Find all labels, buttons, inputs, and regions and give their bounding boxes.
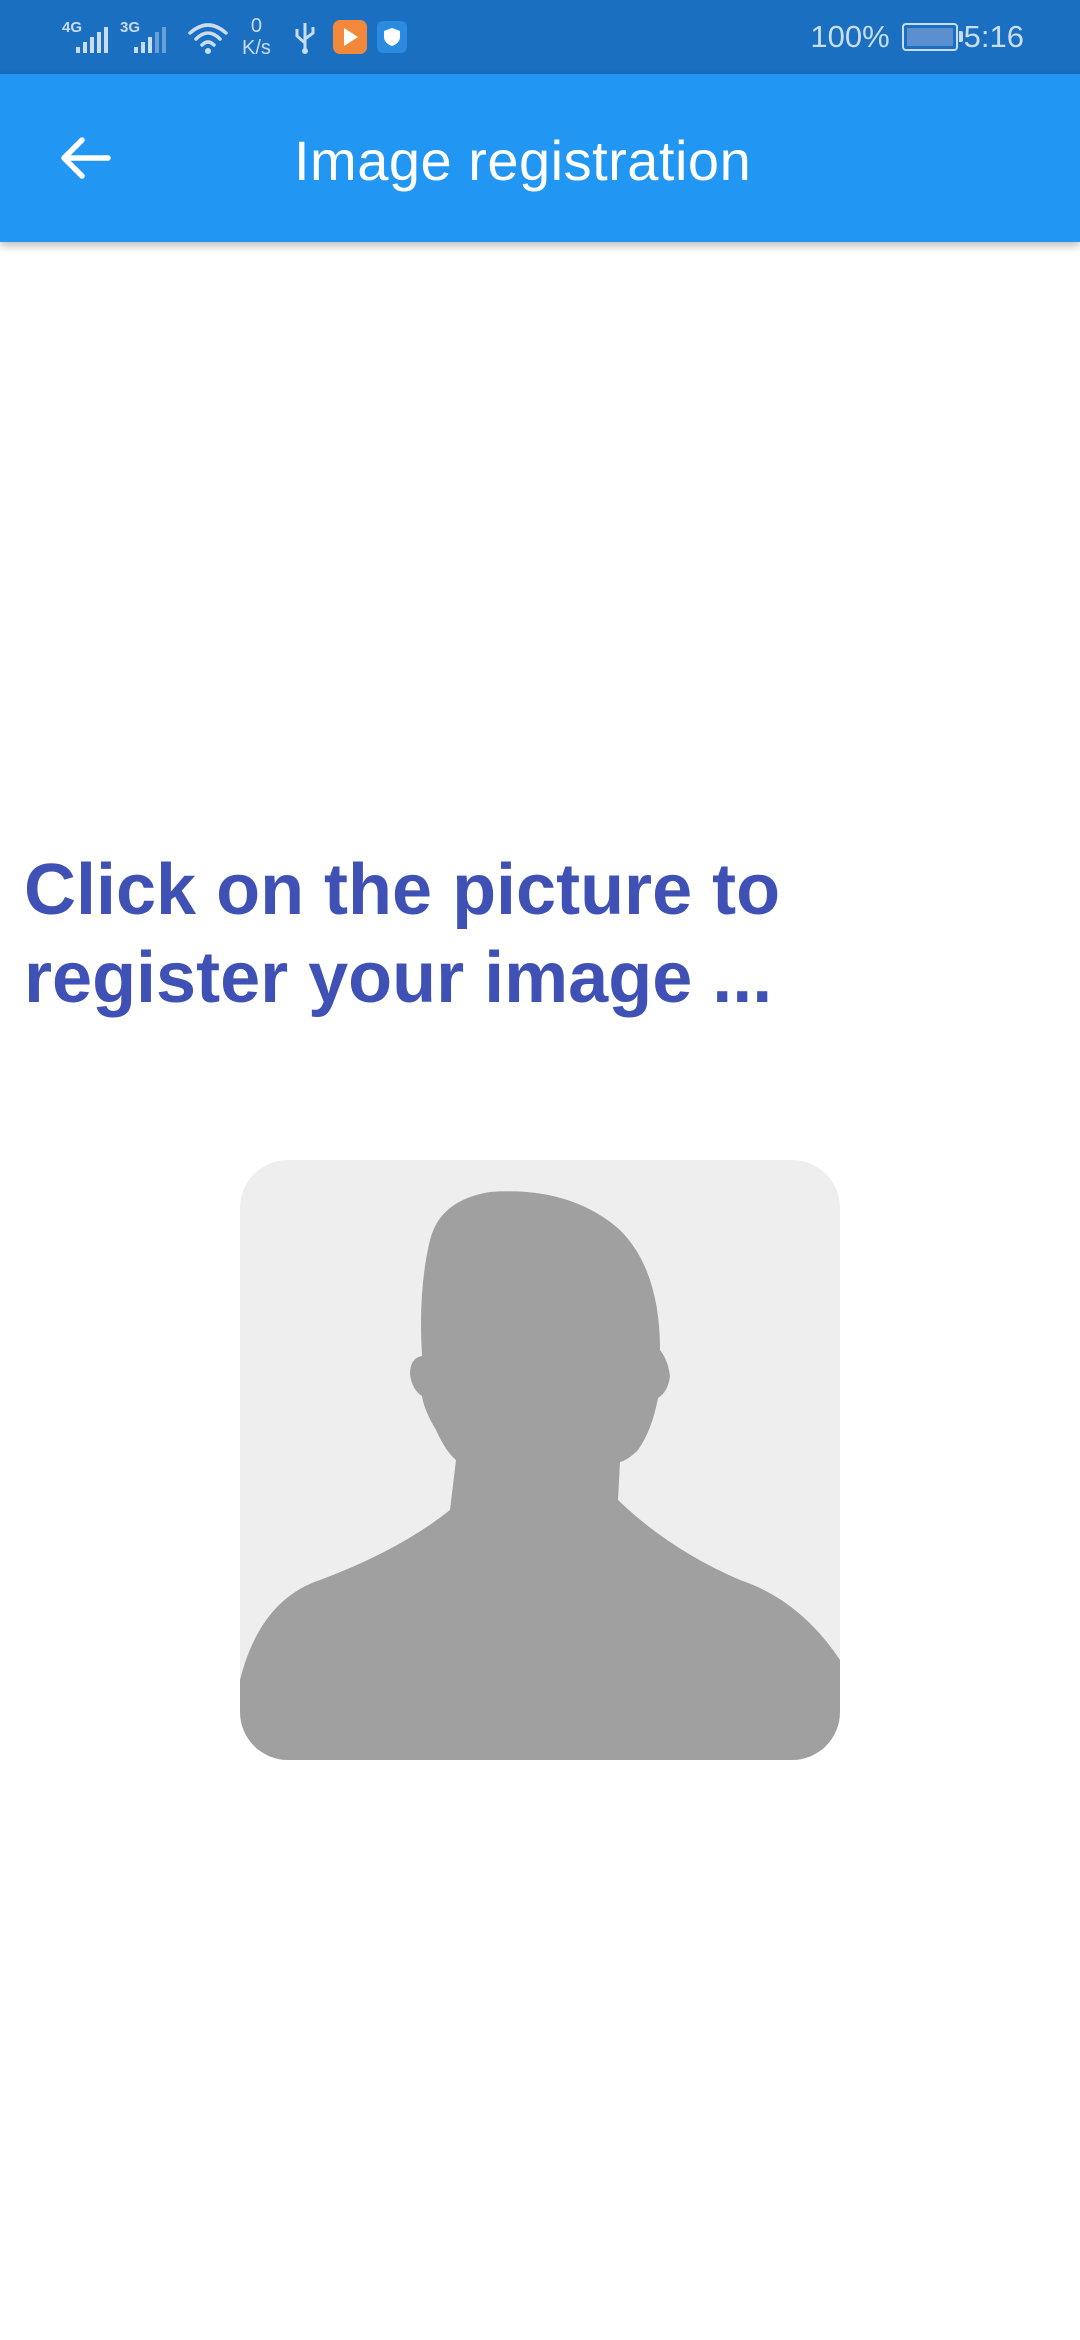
battery-charging-icon	[901, 23, 963, 51]
cellular-signal-icon-2: 3G	[120, 17, 170, 57]
status-bar: 4G 3G 0 K/s 100% 5:16	[0, 0, 1080, 74]
page-title: Image registration	[294, 129, 752, 192]
status-icons-left: 4G 3G 0 K/s	[62, 0, 407, 74]
back-button[interactable]	[44, 118, 124, 198]
network-speed-unit: K/s	[242, 37, 271, 59]
cellular-signal-icon: 4G	[62, 17, 112, 57]
network-speed: 0 K/s	[242, 15, 271, 59]
network-speed-value: 0	[250, 15, 263, 37]
app-bar: Image registration	[0, 74, 1080, 242]
clock: 5:16	[963, 19, 1024, 54]
usb-icon	[295, 23, 315, 54]
shield-app-notification-icon	[376, 21, 407, 53]
battery-percent: 100%	[810, 19, 890, 54]
person-silhouette-icon	[240, 1191, 840, 1760]
play-app-notification-icon	[332, 20, 367, 54]
arrow-back-icon	[61, 137, 111, 179]
instruction-text: Click on the picture to register your im…	[24, 850, 781, 1018]
wifi-icon	[188, 23, 228, 54]
status-icons-right: 100% 5:16	[810, 0, 1024, 74]
profile-picture-button[interactable]	[240, 1160, 840, 1760]
